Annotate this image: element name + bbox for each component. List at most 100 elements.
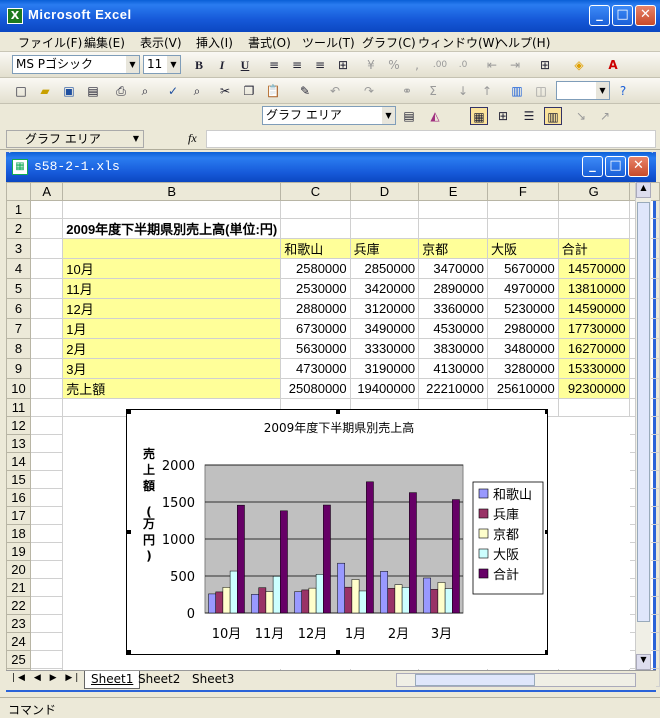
- cell[interactable]: [30, 218, 64, 239]
- row-header-24[interactable]: 24: [5, 632, 32, 651]
- cell[interactable]: [30, 298, 64, 319]
- undo-icon[interactable]: ↶: [326, 82, 344, 100]
- cell[interactable]: [418, 200, 489, 219]
- data-cell[interactable]: 3360000: [418, 298, 489, 319]
- total-cell[interactable]: 25080000: [280, 378, 351, 399]
- legend-icon[interactable]: ▦: [470, 107, 488, 125]
- underline-button[interactable]: U: [236, 56, 254, 74]
- menu-help[interactable]: ヘルプ(H): [496, 34, 550, 51]
- cell[interactable]: [558, 525, 629, 543]
- cell[interactable]: [280, 200, 351, 219]
- data-cell[interactable]: 2850000: [349, 258, 420, 279]
- cell[interactable]: [30, 338, 64, 359]
- data-cell[interactable]: 3280000: [487, 358, 559, 379]
- close-button[interactable]: ✕: [635, 5, 656, 26]
- merge-center-icon[interactable]: ⊞: [334, 56, 352, 74]
- data-cell[interactable]: 5670000: [487, 258, 559, 279]
- by-column-icon[interactable]: ▥: [544, 107, 562, 125]
- cell[interactable]: [558, 561, 629, 579]
- cell[interactable]: [30, 650, 64, 669]
- row-header-25[interactable]: 25: [5, 650, 32, 669]
- data-cell[interactable]: 2580000: [280, 258, 351, 279]
- data-cell[interactable]: 3480000: [487, 338, 559, 359]
- row-header-6[interactable]: 6: [5, 298, 32, 319]
- cell[interactable]: [280, 218, 351, 239]
- currency-icon[interactable]: ¥: [362, 56, 380, 74]
- data-cell[interactable]: 4130000: [418, 358, 489, 379]
- cell[interactable]: [30, 318, 64, 339]
- data-cell[interactable]: 3830000: [418, 338, 489, 359]
- data-cell[interactable]: 3470000: [418, 258, 489, 279]
- data-cell[interactable]: 5630000: [280, 338, 351, 359]
- bold-button[interactable]: B: [190, 56, 208, 74]
- cell[interactable]: [30, 614, 64, 633]
- increase-indent-icon[interactable]: ⇥: [506, 56, 524, 74]
- borders-icon[interactable]: ⊞: [536, 56, 554, 74]
- column-header-G[interactable]: G: [557, 182, 630, 201]
- chart-area[interactable]: 2009年度下半期県別売上高 0 500 1000 1500 2000 売上額(万円) 10月…: [126, 409, 549, 655]
- italic-button[interactable]: I: [213, 56, 231, 74]
- header-cell[interactable]: 兵庫: [349, 238, 420, 259]
- font-size-select[interactable]: 11 ▼: [143, 55, 181, 74]
- header-cell[interactable]: 合計: [557, 238, 630, 259]
- cell[interactable]: [62, 238, 282, 259]
- cell[interactable]: [30, 596, 64, 615]
- menu-edit[interactable]: 編集(E): [84, 34, 125, 51]
- open-icon[interactable]: ▰: [36, 82, 54, 100]
- cell[interactable]: [62, 200, 282, 219]
- cell[interactable]: [558, 507, 629, 525]
- align-center-icon[interactable]: ≡: [288, 56, 306, 74]
- select-all-corner[interactable]: [5, 182, 32, 201]
- cell[interactable]: [30, 560, 64, 579]
- menu-view[interactable]: 表示(V): [140, 34, 182, 51]
- row-header-20[interactable]: 20: [5, 560, 32, 579]
- increase-decimal-icon[interactable]: .00: [431, 56, 449, 74]
- cell[interactable]: [30, 238, 64, 259]
- angle-text-up-icon[interactable]: ↗: [596, 107, 614, 125]
- menu-file[interactable]: ファイル(F): [18, 34, 82, 51]
- cell[interactable]: [30, 470, 64, 489]
- by-row-icon[interactable]: ☰: [520, 107, 538, 125]
- cut-icon[interactable]: ✂: [216, 82, 234, 100]
- help-icon[interactable]: ?: [614, 82, 632, 100]
- cell[interactable]: [30, 416, 64, 435]
- autosum-icon[interactable]: Σ: [424, 82, 442, 100]
- font-color-icon[interactable]: A: [604, 56, 622, 74]
- align-left-icon[interactable]: ≡: [265, 56, 283, 74]
- row-header-18[interactable]: 18: [5, 524, 32, 543]
- spelling-icon[interactable]: ✓: [164, 82, 182, 100]
- row-header-11[interactable]: 11: [5, 398, 32, 417]
- percent-icon[interactable]: %: [385, 56, 403, 74]
- column-header-D[interactable]: D: [349, 182, 420, 201]
- minimize-button[interactable]: _: [589, 5, 610, 26]
- row-header-22[interactable]: 22: [5, 596, 32, 615]
- data-cell[interactable]: 17730000: [557, 318, 630, 339]
- cell[interactable]: [30, 358, 64, 379]
- row-header-13[interactable]: 13: [5, 434, 32, 453]
- data-cell[interactable]: 3月: [62, 358, 282, 379]
- cell[interactable]: [30, 542, 64, 561]
- sheet-title-cell[interactable]: 2009年度下半期県別売上高(単位:円): [62, 218, 282, 239]
- cell[interactable]: [30, 488, 64, 507]
- sort-ascending-icon[interactable]: ↓: [454, 82, 472, 100]
- cell[interactable]: [558, 489, 629, 507]
- column-header-F[interactable]: F: [487, 182, 559, 201]
- data-cell[interactable]: 12月: [62, 298, 282, 319]
- column-header-B[interactable]: B: [62, 182, 282, 201]
- cell[interactable]: [558, 435, 629, 453]
- hscroll-thumb[interactable]: [415, 674, 535, 686]
- workbook-maximize-button[interactable]: □: [605, 156, 626, 177]
- hyperlink-icon[interactable]: ⚭: [398, 82, 416, 100]
- cell[interactable]: [558, 633, 629, 651]
- data-cell[interactable]: 16270000: [557, 338, 630, 359]
- row-header-12[interactable]: 12: [5, 416, 32, 435]
- data-cell[interactable]: 2530000: [280, 278, 351, 299]
- cell[interactable]: [557, 218, 630, 239]
- data-cell[interactable]: 13810000: [557, 278, 630, 299]
- fx-icon[interactable]: fx: [188, 131, 197, 146]
- row-header-21[interactable]: 21: [5, 578, 32, 597]
- redo-icon[interactable]: ↷: [360, 82, 378, 100]
- align-right-icon[interactable]: ≡: [311, 56, 329, 74]
- total-cell[interactable]: 19400000: [349, 378, 420, 399]
- decrease-decimal-icon[interactable]: .0: [454, 56, 472, 74]
